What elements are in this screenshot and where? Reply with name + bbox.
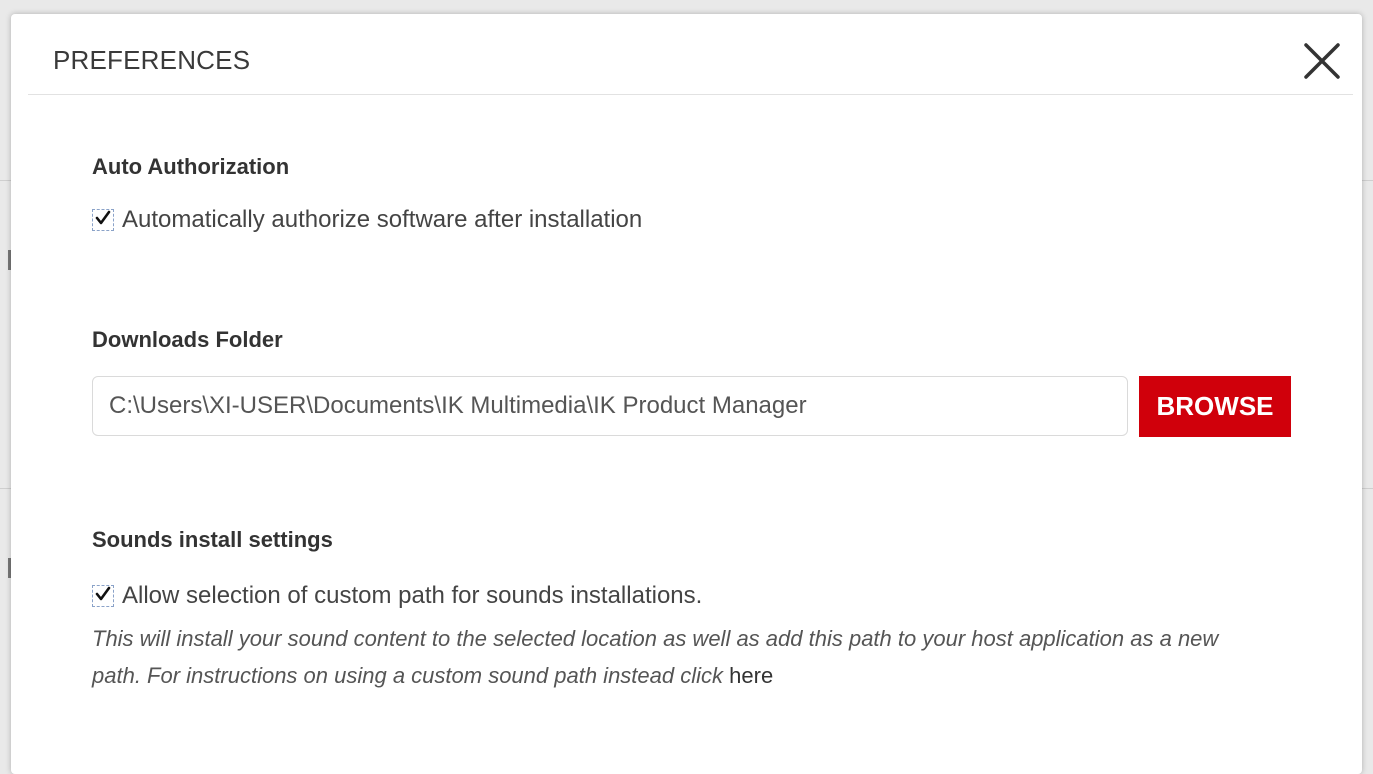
close-icon [1302,41,1342,81]
custom-sound-path-option[interactable]: Allow selection of custom path for sound… [92,582,702,610]
auto-authorize-label: Automatically authorize software after i… [122,206,643,233]
auto-authorize-option[interactable]: Automatically authorize software after i… [92,206,642,234]
help-description: This will install your sound content to … [92,626,1219,688]
custom-sound-path-label: Allow selection of custom path for sound… [122,582,703,609]
close-button[interactable] [1302,41,1342,81]
sound-path-help-text: This will install your sound content to … [92,620,1272,694]
sounds-install-heading: Sounds install settings [92,527,333,552]
checkmark-icon [94,209,112,232]
custom-sound-path-checkbox[interactable] [92,585,114,607]
dialog-header: PREFERENCES [28,14,1353,95]
instructions-link[interactable]: here [729,663,773,688]
dialog-title: PREFERENCES [53,45,251,75]
downloads-folder-heading: Downloads Folder [92,327,283,352]
auto-authorize-checkbox[interactable] [92,209,114,231]
browse-button[interactable]: BROWSE [1139,376,1291,437]
checkmark-icon [94,585,112,608]
downloads-path-field[interactable] [92,376,1128,436]
auto-authorization-heading: Auto Authorization [92,154,290,179]
preferences-dialog: PREFERENCES Auto Authorization Automatic… [11,14,1362,774]
